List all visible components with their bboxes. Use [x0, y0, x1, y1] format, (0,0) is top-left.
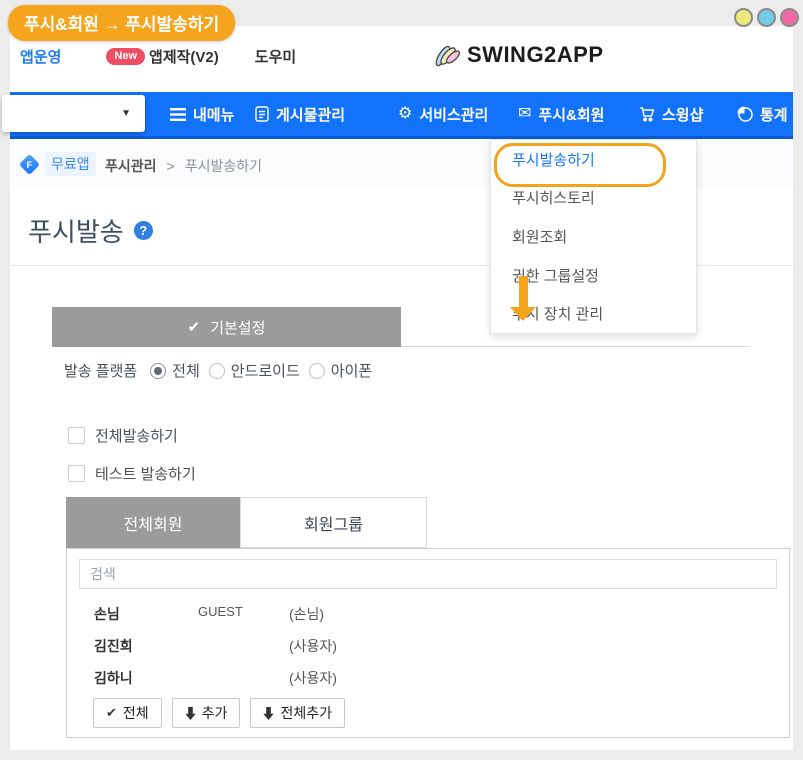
header-link-app-operation[interactable]: 앱운영	[20, 46, 61, 67]
nav-label: 스윙샵	[662, 104, 703, 125]
mail-icon: ✉	[518, 106, 531, 122]
member-buttons: ✔ 전체 추가	[93, 698, 345, 728]
nav-item-my-menu[interactable]: 내메뉴	[170, 92, 234, 136]
member-name: 김진희	[94, 636, 133, 656]
main-navbar: ▼ 내메뉴 게시물관리 ⚙	[10, 92, 793, 139]
add-all-button[interactable]: 전체추가	[250, 698, 345, 728]
menu-item-push-devices[interactable]: 푸시 장치 관리	[491, 294, 696, 333]
button-label: 전체추가	[280, 703, 332, 723]
radio-label: 전체	[172, 360, 200, 381]
annotation-path-badge: 푸시&회원 → 푸시발송하기	[8, 5, 235, 41]
breadcrumb-trail: 푸시관리 > 푸시발송하기	[105, 156, 262, 176]
new-badge: New	[106, 48, 145, 65]
member-role: (사용자)	[289, 668, 337, 688]
checkbox-label: 테스트 발송하기	[95, 463, 196, 484]
caret-down-icon: ▼	[121, 108, 131, 119]
cart-icon	[639, 106, 655, 122]
nav-item-service-management[interactable]: ⚙ 서비스관리	[398, 92, 488, 136]
breadcrumb-section[interactable]: 푸시관리	[105, 156, 157, 176]
logo[interactable]: SWING2APP	[433, 42, 604, 68]
add-button[interactable]: 추가	[172, 698, 241, 728]
header-links: 앱운영 New 앱제작(V2) 도우미	[20, 46, 296, 67]
screen: 푸시&회원 → 푸시발송하기 앱운영 New 앱제작(V2) 도우미	[0, 0, 803, 760]
nav-label: 서비스관리	[419, 104, 488, 125]
help-icon[interactable]: ?	[134, 221, 153, 240]
check-icon: ✔	[188, 318, 201, 336]
yellow-dot-icon[interactable]	[734, 8, 753, 27]
checkbox-label: 전체발송하기	[95, 425, 178, 446]
feather-logo-icon	[433, 42, 461, 68]
document-icon	[255, 106, 269, 122]
select-all-button[interactable]: ✔ 전체	[93, 698, 162, 728]
nav-item-swing-shop[interactable]: 스윙샵	[639, 92, 703, 136]
nav-label: 게시물관리	[276, 104, 345, 125]
nav-label: 내메뉴	[193, 104, 234, 125]
nav-item-statistics[interactable]: 통계	[737, 92, 788, 136]
platform-row: 발송 플랫폼 전체 안드로이드 아이폰	[64, 360, 372, 381]
search-input[interactable]	[79, 559, 777, 589]
pink-dot-icon[interactable]	[780, 8, 799, 27]
gear-icon: ⚙	[398, 106, 412, 122]
tab-basic-settings-label: 기본설정	[210, 317, 265, 338]
tab-member-groups[interactable]: 회원그룹	[240, 497, 427, 548]
button-label: 전체	[123, 703, 149, 723]
page-title: 푸시발송	[28, 212, 124, 249]
breadcrumb-current: 푸시발송하기	[185, 156, 262, 176]
logo-text: SWING2APP	[467, 42, 604, 68]
page: 앱운영 New 앱제작(V2) 도우미 SWING2APP	[10, 26, 793, 750]
check-icon: ✔	[106, 705, 117, 721]
member-row[interactable]: 김진희 (사용자)	[67, 636, 789, 656]
tab-all-members[interactable]: 전체회원	[66, 497, 240, 548]
member-row[interactable]: 김하니 (사용자)	[67, 668, 789, 688]
radio-option-iphone[interactable]: 아이폰	[309, 360, 372, 381]
radio-icon[interactable]	[309, 363, 325, 379]
nav-item-post-management[interactable]: 게시물관리	[255, 92, 345, 136]
menu-item-member-lookup[interactable]: 회원조회	[491, 217, 696, 256]
header-link-app-create[interactable]: 앱제작(V2)	[149, 46, 219, 67]
free-app-chip[interactable]: 무료앱	[45, 152, 96, 176]
member-name: 김하니	[94, 668, 133, 688]
menu-item-push-send[interactable]: 푸시발송하기	[491, 140, 696, 179]
down-arrow-icon	[263, 707, 274, 720]
menu-item-push-history[interactable]: 푸시히스토리	[491, 179, 696, 218]
member-role: (사용자)	[289, 636, 337, 656]
nav-label: 푸시&회원	[538, 104, 604, 125]
member-id: GUEST	[198, 604, 243, 619]
member-role: (손님)	[289, 604, 324, 624]
radio-icon[interactable]	[150, 363, 166, 379]
nav-item-push-members[interactable]: ✉ 푸시&회원	[518, 92, 604, 136]
radio-label: 안드로이드	[231, 360, 300, 381]
checkbox-icon[interactable]	[68, 427, 85, 444]
menu-icon	[170, 108, 186, 121]
down-arrow-icon	[185, 707, 196, 720]
checkbox-test-send[interactable]: 테스트 발송하기	[68, 463, 196, 484]
member-row[interactable]: 손님 GUEST (손님)	[67, 604, 789, 624]
radio-label: 아이폰	[331, 360, 372, 381]
radio-option-android[interactable]: 안드로이드	[209, 360, 300, 381]
checkbox-send-all[interactable]: 전체발송하기	[68, 425, 178, 446]
radio-icon[interactable]	[209, 363, 225, 379]
checkbox-icon[interactable]	[68, 465, 85, 482]
tab-basic-settings[interactable]: ✔ 기본설정	[52, 307, 401, 347]
cyan-dot-icon[interactable]	[757, 8, 776, 27]
header-link-help[interactable]: 도우미	[255, 46, 296, 67]
member-list-panel: 손님 GUEST (손님) 김진희 (사용자) 김하니 (사용자) ✔ 전체	[66, 548, 790, 738]
page-title-row: 푸시발송 ?	[28, 212, 153, 249]
window-controls	[734, 8, 799, 27]
member-name: 손님	[94, 604, 120, 624]
menu-item-permission-groups[interactable]: 권한 그룹설정	[491, 256, 696, 295]
app-select-dropdown[interactable]: ▼	[2, 95, 145, 132]
radio-option-all[interactable]: 전체	[150, 360, 200, 381]
breadcrumb-app: F 무료앱	[22, 152, 96, 176]
button-label: 추가	[202, 703, 228, 723]
pie-chart-icon	[737, 106, 753, 122]
free-app-diamond-icon: F	[19, 153, 40, 174]
platform-label: 발송 플랫폼	[64, 360, 137, 381]
nav-label: 통계	[760, 104, 788, 125]
breadcrumb-separator: >	[167, 158, 175, 174]
push-members-dropdown-menu: 푸시발송하기 푸시히스토리 회원조회 권한 그룹설정 푸시 장치 관리	[490, 139, 697, 334]
